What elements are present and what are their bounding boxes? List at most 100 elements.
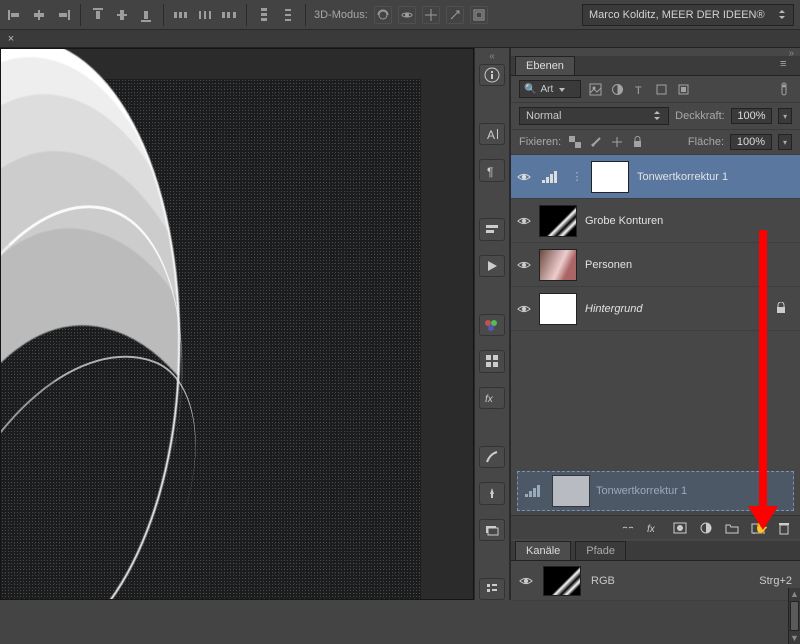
distribute-h-icon[interactable] — [172, 6, 190, 24]
canvas[interactable] — [0, 48, 474, 600]
channel-row[interactable]: RGB Strg+2 — [511, 561, 800, 601]
svg-text:A: A — [487, 128, 495, 141]
blend-opacity-row: Normal Deckkraft: 100% ▾ — [511, 103, 800, 130]
delete-layer-icon[interactable] — [776, 520, 792, 536]
layer-mask-icon[interactable] — [672, 520, 688, 536]
layers-panel-icon[interactable] — [479, 519, 505, 541]
panel-collapse-grip[interactable] — [511, 48, 800, 56]
3d-rotate-icon[interactable] — [374, 6, 392, 24]
layer-row[interactable]: Hintergrund — [511, 287, 800, 331]
character-panel-icon[interactable]: A — [479, 123, 505, 145]
svg-text:fx: fx — [485, 394, 494, 405]
opacity-field[interactable]: 100% — [731, 108, 772, 124]
blend-mode-select[interactable]: Normal — [519, 107, 669, 125]
layer-thumb[interactable] — [539, 293, 577, 325]
layer-mask-thumb[interactable] — [591, 161, 629, 193]
tab-channels[interactable]: Kanäle — [515, 541, 571, 560]
mask-link-icon[interactable]: ⋮ — [571, 170, 583, 184]
fill-field[interactable]: 100% — [730, 134, 772, 150]
close-document-icon[interactable]: × — [4, 32, 18, 46]
3d-mode-label: 3D-Modus: — [314, 9, 368, 21]
3d-scale-icon[interactable] — [470, 6, 488, 24]
brush-preset-icon[interactable] — [479, 482, 505, 504]
scroll-down-icon[interactable]: ▼ — [789, 632, 800, 644]
distribute-h2-icon[interactable] — [220, 6, 238, 24]
layer-name[interactable]: Tonwertkorrektur 1 — [637, 171, 794, 183]
channels-tab-bar: Kanäle Pfade — [511, 541, 800, 561]
lock-pixels-icon[interactable] — [588, 135, 603, 150]
grid-panel-icon[interactable] — [479, 350, 505, 372]
timeline-panel-icon[interactable] — [479, 218, 505, 240]
styles-panel-icon[interactable]: fx — [479, 387, 505, 409]
separator — [305, 4, 306, 26]
align-hcenter-icon[interactable] — [30, 6, 48, 24]
adjustment-layer-icon[interactable] — [698, 520, 714, 536]
align-top-icon[interactable] — [89, 6, 107, 24]
layer-row[interactable]: Grobe Konturen — [511, 199, 800, 243]
distribute-hcenter-icon[interactable] — [196, 6, 214, 24]
layer-list: ⋮ Tonwertkorrektur 1 Grobe Konturen Pers… — [511, 155, 800, 511]
link-layers-icon[interactable] — [620, 520, 636, 536]
3d-orbit-icon[interactable] — [398, 6, 416, 24]
filter-shape-icon[interactable] — [653, 81, 669, 97]
workspace-select[interactable]: Marco Kolditz, MEER DER IDEEN® — [582, 4, 794, 26]
filter-toggle-icon[interactable] — [776, 81, 792, 97]
scroll-thumb[interactable] — [790, 601, 799, 631]
layer-name[interactable]: Grobe Konturen — [585, 215, 794, 227]
lock-position-icon[interactable] — [609, 135, 624, 150]
filter-smartobject-icon[interactable] — [675, 81, 691, 97]
align-right-icon[interactable] — [54, 6, 72, 24]
layer-thumb[interactable] — [539, 205, 577, 237]
layer-row[interactable]: Personen — [511, 243, 800, 287]
layer-mask-thumb — [552, 475, 590, 507]
3d-slide-icon[interactable] — [446, 6, 464, 24]
layer-thumb[interactable] — [539, 249, 577, 281]
scroll-up-icon[interactable]: ▲ — [789, 588, 800, 600]
filter-pixel-icon[interactable] — [587, 81, 603, 97]
layer-name[interactable]: Hintergrund — [585, 303, 768, 315]
distribute-v2-icon[interactable] — [279, 6, 297, 24]
svg-text:T: T — [635, 85, 642, 96]
visibility-icon[interactable] — [517, 302, 531, 316]
play-icon[interactable] — [479, 255, 505, 277]
layers-tab-bar: Ebenen — [511, 56, 800, 76]
panel-menu-icon[interactable] — [780, 58, 796, 70]
lock-all-icon[interactable] — [630, 135, 645, 150]
filter-adjustment-icon[interactable] — [609, 81, 625, 97]
tab-paths[interactable]: Pfade — [575, 541, 626, 560]
lock-transparency-icon[interactable] — [567, 135, 582, 150]
dock-expand-grip[interactable] — [475, 51, 509, 59]
channel-thumb[interactable] — [543, 566, 581, 596]
3d-mode-group: 3D-Modus: — [314, 6, 488, 24]
distribute-v-icon[interactable] — [255, 6, 273, 24]
align-left-icon[interactable] — [6, 6, 24, 24]
layer-style-icon[interactable]: fx — [646, 520, 662, 536]
layer-row[interactable]: ⋮ Tonwertkorrektur 1 — [511, 155, 800, 199]
lock-icon — [776, 302, 790, 316]
tab-layers[interactable]: Ebenen — [515, 56, 575, 75]
visibility-icon[interactable] — [517, 170, 531, 184]
3d-pan-icon[interactable] — [422, 6, 440, 24]
visibility-icon[interactable] — [517, 258, 531, 272]
new-layer-icon[interactable] — [750, 520, 766, 536]
scrollbar[interactable]: ▲ ▼ — [788, 588, 800, 644]
paragraph-panel-icon[interactable]: ¶ — [479, 159, 505, 181]
group-icon[interactable] — [724, 520, 740, 536]
fill-stepper[interactable]: ▾ — [778, 134, 792, 150]
right-panel-column: Ebenen Art T Normal Deckkraft: 100% ▾ — [510, 48, 800, 600]
layer-name[interactable]: Personen — [585, 259, 794, 271]
layer-drag-ghost: Tonwertkorrektur 1 — [517, 471, 794, 511]
layer-kind-select[interactable]: Art — [519, 80, 581, 98]
visibility-icon[interactable] — [519, 574, 533, 588]
layer-filter-row: Art T — [511, 76, 800, 103]
info-panel-icon[interactable] — [479, 64, 505, 86]
visibility-icon[interactable] — [517, 214, 531, 228]
opacity-stepper[interactable]: ▾ — [778, 108, 792, 124]
swatches-panel-icon[interactable] — [479, 314, 505, 336]
workspace-label: Marco Kolditz, MEER DER IDEEN® — [589, 9, 765, 21]
brushes-panel-icon[interactable] — [479, 446, 505, 468]
actions-panel-icon[interactable] — [479, 578, 505, 600]
filter-text-icon[interactable]: T — [631, 81, 647, 97]
align-bottom-icon[interactable] — [137, 6, 155, 24]
align-vcenter-icon[interactable] — [113, 6, 131, 24]
